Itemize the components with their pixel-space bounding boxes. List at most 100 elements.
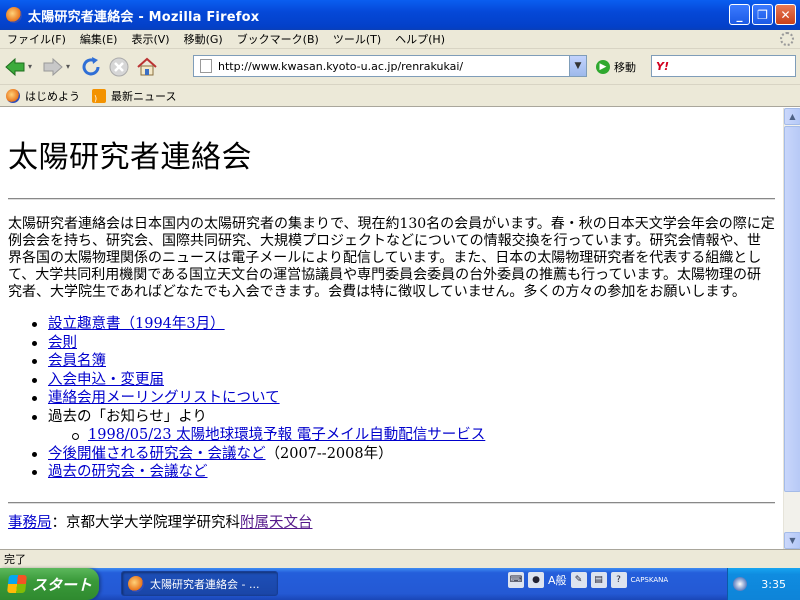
menu-bar: ファイル(F) 編集(E) 表示(V) 移動(G) ブックマーク(B) ツール(… [0, 30, 800, 49]
link-rules[interactable]: 会則 [48, 335, 77, 351]
page-icon [200, 59, 212, 73]
search-input[interactable]: Y! [651, 55, 796, 77]
bookmark-label: 最新ニュース [111, 89, 177, 103]
link-list: 設立趣意書（1994年3月） 会則 会員名簿 入会申込・変更届 連絡会用メーリン… [32, 315, 775, 482]
link-prospectus[interactable]: 設立趣意書（1994年3月） [48, 316, 225, 332]
throbber-icon [780, 32, 794, 46]
home-icon [137, 57, 157, 75]
ime-pad-icon[interactable]: ● [528, 572, 544, 588]
minimize-button[interactable]: _ [729, 4, 750, 25]
sub-list: 1998/05/23 太陽地球環境予報 電子メイル自動配信サービス [72, 426, 775, 445]
go-button[interactable]: ▶ 移動 [596, 59, 636, 75]
menu-edit[interactable]: 編集(E) [73, 31, 125, 47]
scroll-down-icon[interactable]: ▼ [784, 532, 800, 549]
list-item: 過去の「お知らせ」より 1998/05/23 太陽地球環境予報 電子メイル自動配… [32, 408, 775, 445]
back-icon [5, 57, 25, 76]
office-info: 事務局：京都大学大学院理学研究科附属天文台 [8, 511, 775, 532]
kana-label: KANA [648, 576, 669, 584]
link-application[interactable]: 入会申込・変更届 [48, 372, 164, 388]
windows-logo-icon [7, 575, 27, 593]
help-icon[interactable]: ? [610, 572, 627, 588]
window-title-bar[interactable]: 太陽研究者連絡会 - Mozilla Firefox _ ❐ ✕ [0, 0, 800, 30]
caps-label: CAPS [630, 576, 649, 584]
go-label: 移動 [614, 61, 636, 74]
list-item: 今後開催される研究会・会議など（2007--2008年） [32, 445, 775, 464]
list-item: 入会申込・変更届 [32, 371, 775, 390]
forward-button[interactable] [40, 54, 66, 80]
yahoo-search-icon[interactable]: Y! [656, 60, 669, 73]
page-content: 太陽研究者連絡会 太陽研究者連絡会は日本国内の太陽研究者の集まりで、現在約130… [0, 108, 783, 549]
reload-button[interactable] [78, 54, 104, 80]
start-label: スタート [32, 575, 93, 594]
firefox-icon [128, 575, 144, 592]
bookmarks-toolbar: はじめよう ) 最新ニュース [0, 85, 800, 107]
language-bar[interactable]: ⌨ ● A般 ✎ ▤ ? CAPS KANA [508, 572, 668, 588]
list-item: 会則 [32, 334, 775, 353]
back-button[interactable] [2, 54, 28, 80]
office-text: ：京都大学大学院理学研究科 [51, 514, 241, 531]
list-item: 会員名簿 [32, 352, 775, 371]
menu-view[interactable]: 表示(V) [124, 31, 176, 47]
bookmark-latest-news[interactable]: ) 最新ニュース [92, 88, 176, 104]
link-mailing-list[interactable]: 連絡会用メーリングリストについて [48, 390, 280, 406]
list-item: 過去の研究会・会議など [32, 463, 775, 482]
menu-bookmarks[interactable]: ブックマーク(B) [230, 31, 326, 47]
ime-dictionary-icon[interactable]: ▤ [590, 572, 607, 588]
url-field[interactable]: http://www.kwasan.kyoto-u.ac.jp/renrakuk… [193, 55, 587, 77]
status-text: 完了 [4, 553, 26, 566]
ime-mode[interactable]: A般 [548, 572, 567, 588]
firefox-icon [6, 7, 22, 23]
divider [8, 501, 775, 504]
close-button[interactable]: ✕ [775, 4, 796, 25]
firefox-icon [6, 88, 20, 103]
intro-paragraph: 太陽研究者連絡会は日本国内の太陽研究者の集まりで、現在約130名の会員がいます。… [8, 216, 775, 300]
forward-dropdown-icon[interactable]: ▾ [66, 62, 76, 71]
scroll-thumb[interactable] [784, 126, 800, 492]
keyboard-icon[interactable]: ⌨ [508, 572, 524, 588]
clock[interactable]: 3:35 [761, 578, 786, 591]
taskbar-firefox-window[interactable]: 太陽研究者連絡会 - ... [121, 571, 278, 596]
menu-go[interactable]: 移動(G) [177, 31, 230, 47]
page-title: 太陽研究者連絡会 [8, 140, 252, 175]
link-1998-notice[interactable]: 1998/05/23 太陽地球環境予報 電子メイル自動配信サービス [88, 427, 485, 443]
stop-icon [109, 57, 129, 76]
window-controls: _ ❐ ✕ [729, 4, 796, 25]
link-observatory[interactable]: 附属天文台 [240, 515, 313, 531]
start-button[interactable]: スタート [0, 568, 99, 600]
list-item: 連絡会用メーリングリストについて [32, 389, 775, 408]
caps-kana-indicator: CAPS KANA [631, 576, 669, 584]
menu-help[interactable]: ヘルプ(H) [388, 31, 452, 47]
maximize-button[interactable]: ❐ [752, 4, 773, 25]
ime-tool-icon[interactable]: ✎ [570, 572, 587, 588]
back-dropdown-icon[interactable]: ▾ [28, 62, 38, 71]
list-item: 設立趣意書（1994年3月） [32, 315, 775, 334]
url-dropdown-icon[interactable]: ▼ [569, 56, 586, 76]
forward-icon [43, 57, 63, 76]
divider [8, 198, 775, 200]
menu-file[interactable]: ファイル(F) [0, 31, 73, 47]
home-button[interactable] [134, 54, 160, 80]
upcoming-years: （2007--2008年） [265, 445, 393, 462]
bookmark-label: はじめよう [25, 89, 80, 103]
system-tray: 3:35 [727, 568, 800, 600]
past-notice-label: 過去の「お知らせ」より [48, 408, 207, 425]
link-office[interactable]: 事務局 [8, 515, 52, 531]
scroll-up-icon[interactable]: ▲ [784, 108, 800, 125]
url-text[interactable]: http://www.kwasan.kyoto-u.ac.jp/renrakuk… [218, 60, 463, 73]
vertical-scrollbar[interactable]: ▲ ▼ [783, 108, 800, 549]
window-title: 太陽研究者連絡会 - Mozilla Firefox [28, 9, 260, 25]
task-label: 太陽研究者連絡会 - ... [150, 577, 260, 591]
menu-tools[interactable]: ツール(T) [326, 31, 388, 47]
list-item: 1998/05/23 太陽地球環境予報 電子メイル自動配信サービス [72, 426, 775, 445]
link-past-meetings[interactable]: 過去の研究会・会議など [48, 464, 208, 480]
link-upcoming-meetings[interactable]: 今後開催される研究会・会議など [48, 446, 266, 462]
stop-button[interactable] [106, 54, 132, 80]
volume-icon[interactable] [733, 577, 748, 591]
bookmark-getting-started[interactable]: はじめよう [6, 88, 80, 104]
reload-icon [82, 56, 100, 75]
taskbar: スタート 太陽研究者連絡会 - ... ⌨ ● A般 ✎ ▤ ? CAPS KA… [0, 568, 800, 600]
navigation-toolbar: ▾ ▾ http://www.kwasan.kyoto-u.ac.jp/renr… [0, 49, 800, 85]
go-icon: ▶ [596, 60, 610, 74]
rss-icon: ) [92, 88, 106, 103]
link-member-list[interactable]: 会員名簿 [48, 353, 106, 369]
